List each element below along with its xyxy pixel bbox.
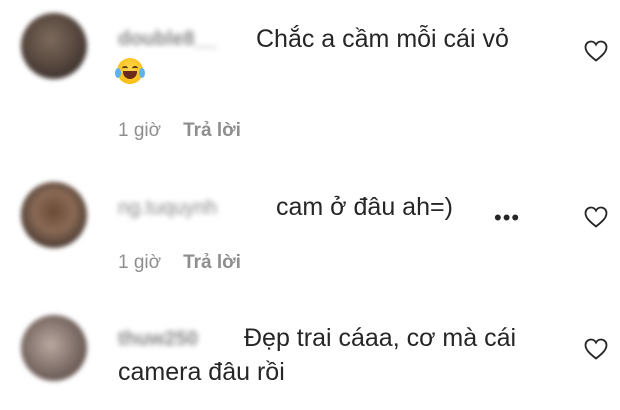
reply-button[interactable]: Trả lời [183, 252, 241, 273]
joy-emoji-icon [115, 58, 145, 84]
comment-meta: 1 giờ Trả lời [118, 252, 241, 274]
avatar[interactable] [21, 182, 87, 248]
comment-time: 1 giờ [118, 120, 162, 141]
comment-username[interactable]: thuw250 [118, 328, 198, 351]
heart-icon[interactable] [584, 40, 608, 62]
comment-text: cam ở đâu ah=) [276, 193, 453, 221]
more-options-icon[interactable]: ••• [494, 205, 520, 231]
comment-text-continued: camera đâu rồi [118, 358, 285, 386]
comment-text: Đẹp trai cáaa, cơ mà cái [244, 324, 517, 352]
comment-time: 1 giờ [118, 252, 162, 273]
avatar[interactable] [21, 13, 87, 79]
comment-text: Chắc a cầm mỗi cái vỏ [256, 25, 509, 53]
comment-meta: 1 giờ Trả lời [118, 120, 241, 142]
reply-button[interactable]: Trả lời [183, 120, 241, 141]
heart-icon[interactable] [584, 206, 608, 228]
comment-username[interactable]: double8__ [118, 28, 217, 51]
comment-username[interactable]: ng.tuquynh [118, 197, 217, 220]
heart-icon[interactable] [584, 338, 608, 360]
avatar[interactable] [21, 315, 87, 381]
